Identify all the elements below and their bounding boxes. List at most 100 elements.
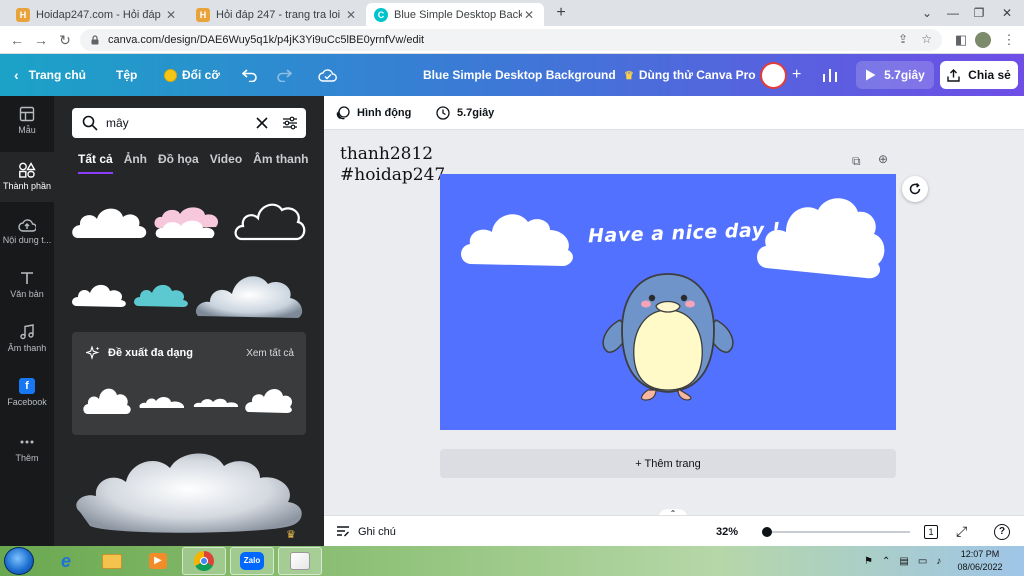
redo-icon[interactable] xyxy=(276,54,292,96)
file-explorer-folder-icon[interactable] xyxy=(90,547,134,575)
flag-icon[interactable]: ⚑ xyxy=(864,556,873,567)
cloud-graphic-pink[interactable] xyxy=(150,200,226,244)
forward-arrow-icon[interactable]: → xyxy=(32,31,50,49)
add-collaborator-plus-icon[interactable]: + xyxy=(792,54,801,96)
zoom-percent[interactable]: 32% xyxy=(716,516,738,547)
network-icon[interactable]: ▤ xyxy=(899,556,908,567)
tab-audio[interactable]: Âm thanh xyxy=(253,152,308,174)
tab-graphics[interactable]: Đồ họa xyxy=(158,152,199,174)
filter-sliders-icon[interactable] xyxy=(282,116,298,130)
minimize-icon[interactable]: — xyxy=(940,0,966,26)
chevron-left-icon: ‹ xyxy=(14,67,19,83)
profile-avatar-icon[interactable] xyxy=(975,32,991,48)
omnibox[interactable]: canva.com/design/DAE6Wuy5q1k/p4jK3Yi9uCc… xyxy=(80,29,942,51)
close-icon[interactable]: ✕ xyxy=(164,8,178,22)
cloud-suggestion-1[interactable] xyxy=(82,378,132,418)
cloud-saved-icon[interactable] xyxy=(318,54,338,96)
regenerate-design-icon[interactable] xyxy=(902,176,928,202)
sidebar-panel-icon[interactable]: ◧ xyxy=(952,31,970,49)
duplicate-page-icon[interactable]: ⧉ xyxy=(852,154,861,169)
back-arrow-icon[interactable]: ← xyxy=(8,31,26,49)
cloud-photo-large[interactable] xyxy=(74,442,306,538)
present-play-button[interactable]: 5.7giây xyxy=(856,61,934,89)
fullscreen-expand-icon[interactable]: ⤢ xyxy=(956,516,967,547)
zalo-taskbar-icon[interactable]: Zalo xyxy=(230,547,274,575)
hoidap-favicon-icon: H xyxy=(196,7,210,22)
animate-button[interactable]: Hình động xyxy=(336,96,411,130)
try-pro-button[interactable]: ♛ Dùng thử Canva Pro xyxy=(624,54,756,96)
cloud-suggestion-3[interactable] xyxy=(192,394,240,410)
duration-button[interactable]: 5.7giây xyxy=(436,96,494,130)
cloud-graphic-cyan[interactable] xyxy=(132,274,192,312)
cloud-suggestion-2[interactable] xyxy=(138,392,186,412)
canvas-cloud-left[interactable] xyxy=(456,202,576,270)
page-count-button[interactable]: 1 xyxy=(924,516,938,547)
zoom-slider[interactable] xyxy=(762,527,910,537)
tab-photos[interactable]: Ảnh xyxy=(124,152,147,174)
see-all-link[interactable]: Xem tất cả xyxy=(246,348,294,359)
monitor-icon[interactable]: ▭ xyxy=(918,556,927,567)
internet-explorer-icon[interactable]: e xyxy=(44,547,88,575)
rail-item-uploads[interactable]: Nội dung t... xyxy=(0,218,54,262)
browser-tab-3-active[interactable]: C Blue Simple Desktop Background ✕ xyxy=(366,3,544,26)
rail-label: Nội dung t... xyxy=(2,235,52,245)
design-canvas[interactable]: Have a nice day ! xyxy=(440,174,896,430)
lock-icon xyxy=(91,35,99,45)
taskbar-clock[interactable]: 12:07 PM 08/06/2022 xyxy=(950,548,1010,574)
file-menu-button[interactable]: Tệp xyxy=(116,54,137,96)
close-icon[interactable]: ✕ xyxy=(522,8,536,22)
search-input[interactable]: mây xyxy=(106,116,256,130)
cloud-graphic-small-white[interactable] xyxy=(70,272,130,312)
cloud-graphic-white[interactable] xyxy=(70,200,150,244)
cloud-suggestion-4[interactable] xyxy=(244,382,294,416)
rail-item-text[interactable]: Văn bản xyxy=(0,270,54,314)
notes-button[interactable]: Ghi chú xyxy=(336,516,396,547)
add-page-icon[interactable]: ⊕ xyxy=(878,152,888,166)
system-tray: ⚑ ⌃ ▤ ▭ ♪ xyxy=(864,546,941,576)
clock-time: 12:07 PM xyxy=(960,549,1000,559)
cloud-photo-realistic[interactable] xyxy=(194,264,306,322)
insights-bar-chart-icon[interactable] xyxy=(822,54,838,96)
rail-item-audio[interactable]: Âm thanh xyxy=(0,324,54,368)
resize-button[interactable]: Đổi cỡ xyxy=(164,54,220,96)
user-avatar[interactable] xyxy=(760,62,787,89)
chrome-taskbar-icon[interactable] xyxy=(182,547,226,575)
new-tab-plus-icon[interactable]: + xyxy=(552,4,570,22)
rail-item-templates[interactable]: Mẫu xyxy=(0,106,54,150)
start-button-windows-icon[interactable] xyxy=(4,547,34,575)
penguin-illustration[interactable] xyxy=(598,268,738,408)
window-close-icon[interactable]: ✕ xyxy=(994,0,1020,26)
tab-video[interactable]: Video xyxy=(210,152,242,174)
share-button[interactable]: Chia sẻ xyxy=(940,61,1018,89)
paint-taskbar-icon[interactable] xyxy=(278,547,322,575)
close-icon[interactable]: ✕ xyxy=(344,8,358,22)
maximize-icon[interactable]: ❐ xyxy=(966,0,992,26)
media-player-icon[interactable]: ▶ xyxy=(136,547,180,575)
volume-icon[interactable]: ♪ xyxy=(936,556,941,567)
search-box[interactable]: mây xyxy=(72,108,306,138)
browser-menu-icon[interactable]: ⋮ xyxy=(1000,31,1018,49)
design-title[interactable]: Blue Simple Desktop Background xyxy=(423,54,616,96)
clear-search-icon[interactable] xyxy=(256,117,268,129)
show-hidden-icons-chevron-icon[interactable]: ⌃ xyxy=(882,556,890,567)
text-icon xyxy=(21,272,33,284)
rail-item-more[interactable]: Thêm xyxy=(0,434,54,478)
rail-label: Thêm xyxy=(15,453,39,463)
zoom-slider-handle[interactable] xyxy=(762,527,772,537)
add-page-button[interactable]: + Thêm trang xyxy=(440,449,896,478)
tab-all[interactable]: Tất cả xyxy=(78,152,113,174)
rail-item-facebook[interactable]: f Facebook xyxy=(0,378,54,422)
tab-search-chevron-icon[interactable]: ⌄ xyxy=(914,0,940,26)
design-title-text: Blue Simple Desktop Background xyxy=(423,68,616,82)
reload-icon[interactable]: ↻ xyxy=(56,31,74,49)
share-page-icon[interactable]: ⇪ xyxy=(898,32,908,46)
rail-item-elements[interactable]: Thành phần xyxy=(0,152,54,202)
bookmark-star-icon[interactable]: ☆ xyxy=(921,32,932,46)
undo-icon[interactable] xyxy=(242,54,258,96)
home-button[interactable]: ‹ Trang chủ xyxy=(14,54,86,96)
browser-tab-2[interactable]: H Hỏi đáp 247 - trang tra loi ✕ xyxy=(188,3,366,26)
cloud-graphic-outline[interactable] xyxy=(232,196,308,246)
help-icon[interactable]: ? xyxy=(994,516,1010,547)
play-icon xyxy=(866,69,876,81)
browser-tab-1[interactable]: H Hoidap247.com - Hỏi đáp bài tập ✕ xyxy=(8,3,186,26)
